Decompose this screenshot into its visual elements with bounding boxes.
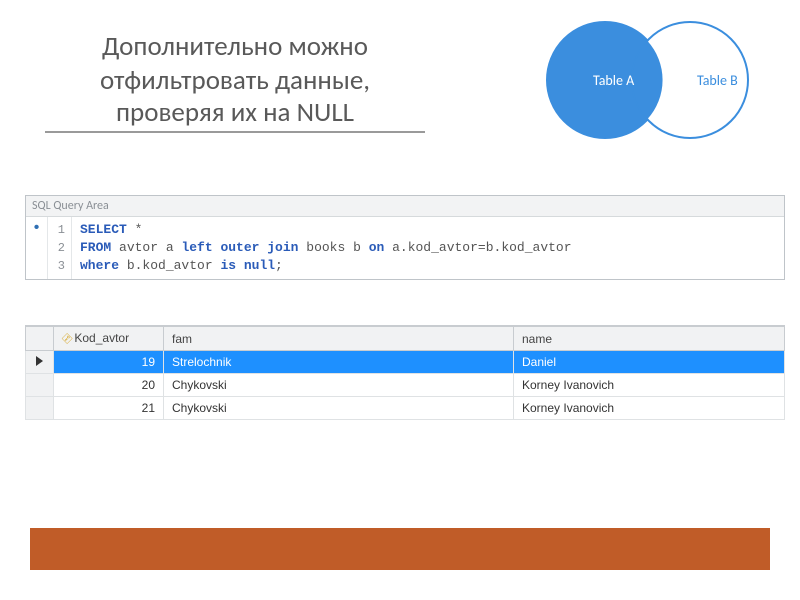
- change-marker: •: [26, 217, 48, 279]
- row-indicator-cell: [26, 374, 54, 397]
- column-header[interactable]: ⚿Kod_avtor: [54, 327, 164, 351]
- venn-label-b: Table B: [697, 72, 738, 89]
- table-cell[interactable]: Chykovski: [164, 397, 514, 420]
- primary-key-icon: ⚿: [59, 332, 74, 347]
- row-indicator-cell: [26, 397, 54, 420]
- venn-diagram: Table A Table B: [525, 15, 765, 145]
- line-number-gutter: 123: [48, 217, 72, 279]
- column-header[interactable]: fam: [164, 327, 514, 351]
- row-indicator-cell: [26, 351, 54, 374]
- table-cell[interactable]: Strelochnik: [164, 351, 514, 374]
- table-cell[interactable]: 21: [54, 397, 164, 420]
- sql-code-area[interactable]: SELECT *FROM avtor a left outer join boo…: [72, 217, 784, 279]
- table-cell[interactable]: 20: [54, 374, 164, 397]
- slide-title: Дополнительно можно отфильтровать данные…: [45, 30, 425, 133]
- slide-footer-bar: [30, 528, 770, 570]
- row-selector-header: [26, 327, 54, 351]
- results-header-row: ⚿Kod_avtorfamname: [26, 327, 785, 351]
- current-row-icon: [36, 356, 43, 366]
- table-row[interactable]: 21ChykovskiKorney Ivanovich: [26, 397, 785, 420]
- venn-label-a: Table A: [593, 72, 635, 89]
- title-line-2: отфильтровать данные,: [100, 64, 370, 97]
- results-grid: ⚿Kod_avtorfamname 19StrelochnikDaniel20C…: [25, 325, 785, 420]
- title-line-1: Дополнительно можно: [102, 30, 368, 63]
- table-cell[interactable]: 19: [54, 351, 164, 374]
- sql-query-header: SQL Query Area: [26, 196, 784, 217]
- table-cell[interactable]: Korney Ivanovich: [514, 397, 785, 420]
- table-row[interactable]: 19StrelochnikDaniel: [26, 351, 785, 374]
- table-cell[interactable]: Chykovski: [164, 374, 514, 397]
- sql-query-panel: SQL Query Area • 123 SELECT *FROM avtor …: [25, 195, 785, 280]
- column-header[interactable]: name: [514, 327, 785, 351]
- table-row[interactable]: 20ChykovskiKorney Ivanovich: [26, 374, 785, 397]
- title-line-3: проверяя их на NULL: [45, 96, 425, 134]
- table-cell[interactable]: Korney Ivanovich: [514, 374, 785, 397]
- table-cell[interactable]: Daniel: [514, 351, 785, 374]
